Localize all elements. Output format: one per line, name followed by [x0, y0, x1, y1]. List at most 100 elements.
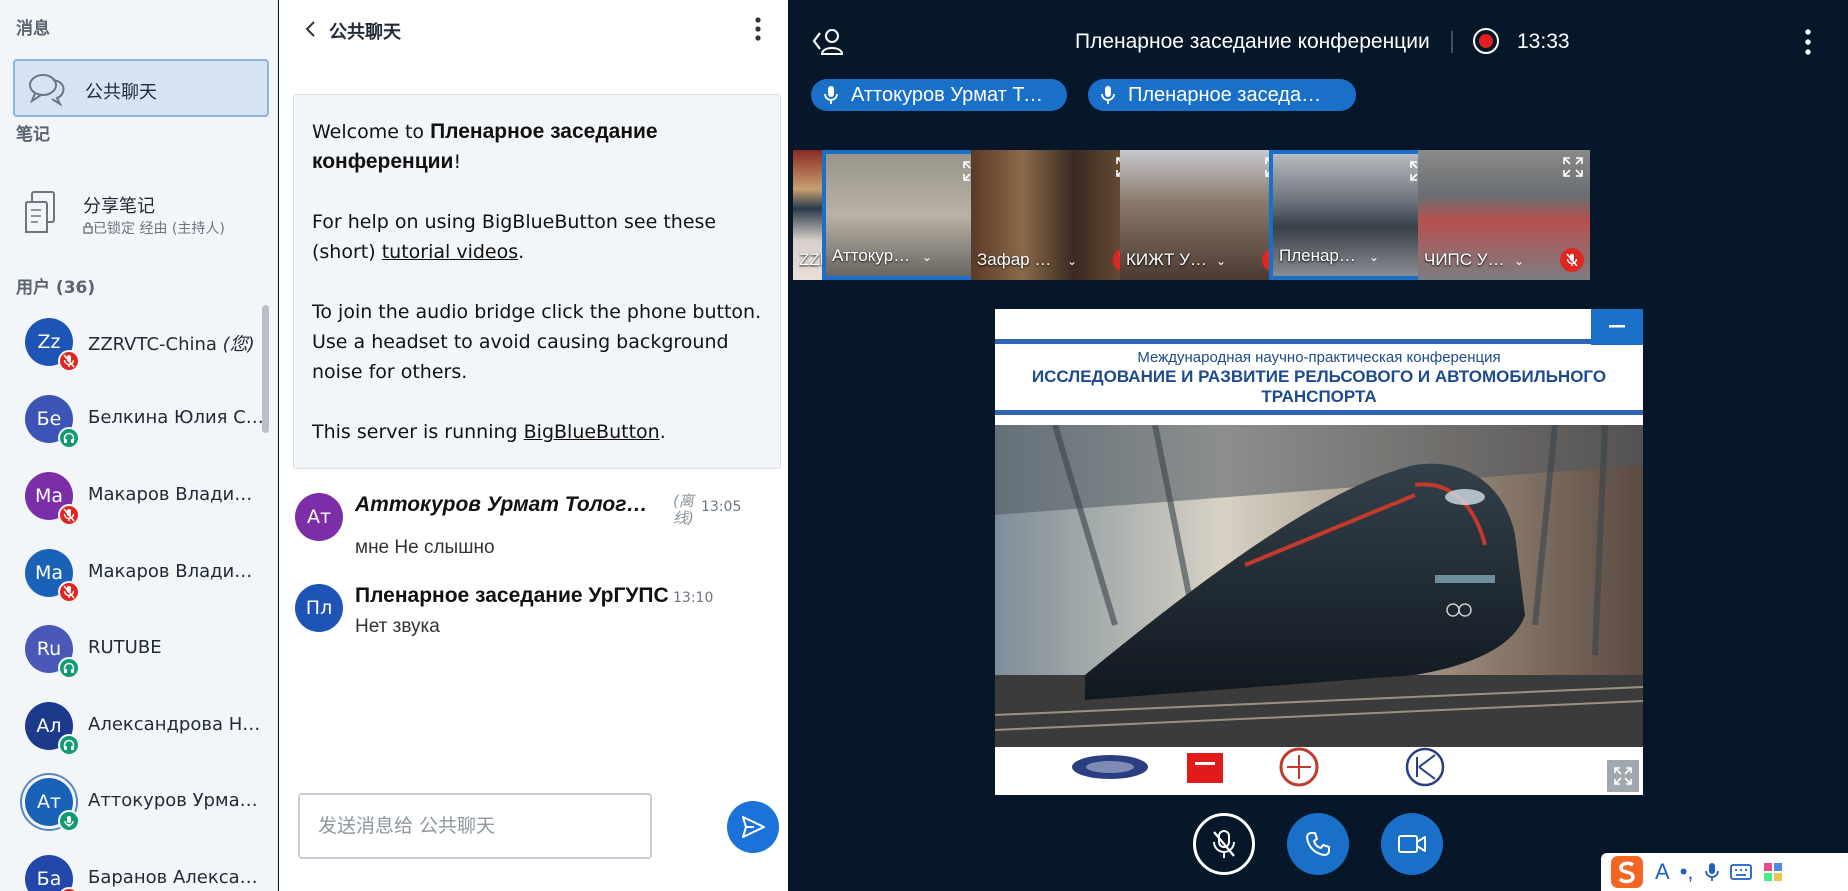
- ime-keyboard-icon[interactable]: [1729, 863, 1752, 881]
- webcam-user-name: КИЖТ У…: [1126, 250, 1207, 269]
- chevron-down-icon[interactable]: ⌄: [1514, 254, 1524, 268]
- user-name: Белкина Юлия Се…: [88, 407, 264, 428]
- chat-bubbles-icon: [29, 74, 65, 107]
- message-author: Аттокуров Урмат Толог…: [355, 493, 648, 516]
- user-name: Александрова На…: [88, 714, 264, 735]
- mute-microphone-button[interactable]: [1193, 813, 1255, 875]
- user-name: ZZRVTC-China (您): [88, 334, 255, 355]
- ime-voice-icon[interactable]: [1704, 861, 1720, 883]
- ime-skin-icon[interactable]: [1762, 861, 1784, 883]
- sidebar-item-shared-notes[interactable]: 分享笔记 已锁定 经由 (主持人): [13, 180, 269, 250]
- video-camera-icon: [1398, 835, 1426, 853]
- bigbluebutton-link[interactable]: BigBlueButton: [524, 421, 660, 443]
- minimize-presentation-button[interactable]: [1591, 309, 1643, 345]
- sidebar-item-public-chat[interactable]: 公共聊天: [13, 59, 269, 117]
- webcam-tile[interactable]: Аттокур… ⌄: [822, 150, 994, 280]
- user-list-item[interactable]: Ма Макаров Владим…: [0, 460, 270, 534]
- users-section-title: 用户 (36): [16, 278, 96, 298]
- chat-options-icon[interactable]: [751, 16, 765, 42]
- chevron-down-icon[interactable]: ⌄: [1067, 254, 1077, 268]
- user-name: Макаров Владим…: [88, 561, 264, 582]
- microphone-muted-icon: [63, 508, 75, 522]
- chevron-down-icon[interactable]: ⌄: [1216, 254, 1226, 268]
- chat-title[interactable]: 公共聊天: [329, 18, 401, 44]
- chat-message-field[interactable]: [298, 793, 652, 859]
- webcam-user-name: ЧИПС У…: [1424, 250, 1505, 269]
- sogou-ime-icon[interactable]: [1609, 854, 1645, 890]
- microphone-icon: [64, 815, 74, 827]
- message-avatar: Пл: [295, 584, 343, 632]
- user-list-item[interactable]: Ал Александрова На…: [0, 690, 270, 764]
- slide-logos: [995, 747, 1643, 795]
- user-list-item[interactable]: Ба Баранов Алексан…: [0, 843, 270, 891]
- presentation-fullscreen-button[interactable]: [1607, 760, 1639, 792]
- presentation-slide: Международная научно-практическая конфер…: [995, 309, 1643, 795]
- talking-indicator[interactable]: Аттокуров Урмат То…: [811, 79, 1067, 111]
- microphone-muted-icon: [63, 585, 75, 599]
- user-list-item[interactable]: Бе Белкина Юлия Се…: [0, 383, 270, 457]
- microphone-muted-icon: [63, 354, 75, 368]
- slide-rule: [995, 339, 1643, 344]
- microphone-icon: [824, 86, 838, 104]
- chevron-left-icon[interactable]: [303, 19, 319, 39]
- messages-section-title: 消息: [16, 19, 50, 39]
- ime-punctuation-icon[interactable]: •,: [1680, 859, 1694, 885]
- chat-panel: 公共聊天 Welcome to Пленарное заседание конф…: [279, 0, 788, 891]
- webcam-tile[interactable]: Пленар… ⌄: [1269, 150, 1441, 280]
- tutorial-videos-link[interactable]: tutorial videos: [382, 241, 518, 263]
- webcam-tile[interactable]: КИЖТ У… ⌄: [1120, 150, 1292, 280]
- webcam-tile[interactable]: Зафар … ⌄: [971, 150, 1143, 280]
- microphone-icon: [1101, 86, 1115, 104]
- minus-icon: [1609, 325, 1625, 328]
- headphones-icon: [63, 739, 75, 750]
- audio-instructions: To join the audio bridge click the phone…: [312, 301, 762, 383]
- ime-mode-icon[interactable]: A: [1655, 859, 1670, 885]
- avatar: Ба: [25, 855, 73, 891]
- train-image: [995, 425, 1643, 747]
- user-name: Макаров Владим…: [88, 484, 264, 505]
- partner-logos-icon: [1072, 747, 1445, 787]
- chat-message: Ат Аттокуров Урмат Толог… (离线) 13:05 мне…: [293, 493, 781, 563]
- user-list-item[interactable]: Zz ZZRVTC-China (您): [0, 306, 270, 380]
- user-list-scrollbar[interactable]: [262, 305, 269, 433]
- expand-icon[interactable]: [1562, 156, 1584, 178]
- user-name: Баранов Алексан…: [88, 867, 264, 888]
- user-list-item[interactable]: Ат Аттокуров Урмат …: [0, 766, 270, 840]
- audio-status-badge: [58, 504, 80, 526]
- toggle-user-list-icon[interactable]: [811, 26, 845, 56]
- recording-indicator[interactable]: [1473, 28, 1499, 54]
- notes-document-icon: [25, 191, 55, 233]
- user-name: Аттокуров Урмат …: [88, 790, 264, 811]
- audio-status-badge: [58, 734, 80, 756]
- message-author: Пленарное заседание УрГУПС: [355, 584, 669, 607]
- slide-subtitle: Международная научно-практическая конфер…: [1137, 349, 1501, 366]
- public-chat-label: 公共聊天: [85, 82, 157, 103]
- chevron-down-icon[interactable]: ⌄: [1369, 250, 1379, 264]
- meeting-options-icon[interactable]: [1802, 28, 1814, 56]
- share-webcam-button[interactable]: [1381, 813, 1443, 875]
- leave-audio-button[interactable]: [1287, 813, 1349, 875]
- offline-label: (离线): [673, 492, 694, 527]
- audio-status-badge: [58, 581, 80, 603]
- webcam-user-name: Пленар…: [1279, 246, 1356, 265]
- message-text: Нет звука: [355, 616, 440, 637]
- recording-time: 13:33: [1517, 30, 1570, 53]
- welcome-line: Welcome to Пленарное заседание конференц…: [312, 120, 658, 173]
- audio-status-badge: [58, 350, 80, 372]
- user-list-item[interactable]: Ru RUTUBE: [0, 613, 270, 687]
- message-avatar: Ат: [295, 493, 343, 541]
- ime-toolbar[interactable]: A •,: [1601, 853, 1848, 891]
- message-input[interactable]: [300, 795, 650, 857]
- send-message-button[interactable]: [727, 801, 779, 853]
- user-list-item[interactable]: Ма Макаров Владим…: [0, 537, 270, 611]
- webcam-tile[interactable]: ЧИПС У… ⌄: [1418, 150, 1590, 280]
- talking-indicator[interactable]: Пленарное заседа…: [1088, 79, 1356, 111]
- message-time: 13:10: [673, 590, 714, 606]
- lock-icon: [83, 222, 93, 234]
- notes-section-title: 笔记: [16, 125, 50, 145]
- send-icon: [742, 816, 765, 838]
- meeting-title: Пленарное заседание конференции: [1075, 30, 1430, 53]
- slide-rule: [995, 410, 1643, 415]
- message-time: 13:05: [701, 499, 742, 515]
- chevron-down-icon[interactable]: ⌄: [922, 250, 932, 264]
